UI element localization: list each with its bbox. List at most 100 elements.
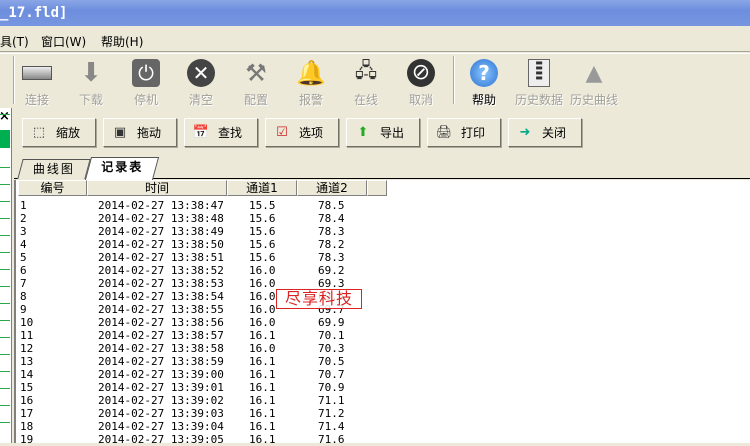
toolbar-button-tools[interactable]: ⚒ 配置 <box>229 58 283 108</box>
tab-1[interactable]: 记录表 <box>84 157 160 180</box>
table-row[interactable]: 14 2014-02-27 13:39:00 16.1 70.7 <box>16 368 716 381</box>
button-label: 导出 <box>379 126 404 140</box>
cell-time: 2014-02-27 13:39:05 <box>98 433 224 446</box>
column-header[interactable]: 编号 <box>18 180 87 196</box>
cell-id: 6 <box>20 264 27 277</box>
cell-channel1: 16.1 <box>249 394 276 407</box>
cell-channel2: 71.2 <box>318 407 345 420</box>
left-panel: × <box>0 108 12 443</box>
cell-channel1: 16.0 <box>249 264 276 277</box>
cell-channel1: 15.6 <box>249 238 276 251</box>
toolbar-separator <box>453 56 455 104</box>
column-header[interactable]: 通道2 <box>297 180 367 196</box>
cell-channel1: 16.0 <box>249 342 276 355</box>
table-row[interactable]: 10 2014-02-27 13:38:56 16.0 69.9 <box>16 316 716 329</box>
cell-id: 8 <box>20 290 27 303</box>
toolbar-separator <box>13 56 15 104</box>
cell-channel2: 70.9 <box>318 381 345 394</box>
table-row[interactable]: 5 2014-02-27 13:38:51 15.6 78.3 <box>16 251 716 264</box>
cell-time: 2014-02-27 13:38:59 <box>98 355 224 368</box>
button-label: 拖动 <box>136 126 161 140</box>
toolbar-label: 历史数据 <box>514 93 563 107</box>
toolbar-label: 下载 <box>78 93 103 107</box>
options-checklist-button[interactable]: ☑ 选项 <box>265 118 339 147</box>
cell-id: 11 <box>20 329 34 342</box>
toolbar-button-cancel[interactable]: ⊘ 取消 <box>394 58 448 108</box>
column-header[interactable] <box>367 180 387 196</box>
window-title: _17.fld] <box>0 5 68 21</box>
green-line <box>0 337 10 338</box>
menu-item[interactable]: 具(T) <box>0 33 29 50</box>
cell-channel1: 15.6 <box>249 225 276 238</box>
cell-id: 2 <box>20 212 27 225</box>
button-label: 查找 <box>217 126 242 140</box>
table-row[interactable]: 7 2014-02-27 13:38:53 16.0 69.3 <box>16 277 716 290</box>
export-button[interactable]: ⬆ 导出 <box>346 118 420 147</box>
cell-id: 15 <box>20 381 34 394</box>
green-line <box>0 167 10 168</box>
green-line <box>0 252 10 253</box>
cell-id: 12 <box>20 342 34 355</box>
toolbar-button-online-network[interactable]: 🖧 在线 <box>339 58 393 108</box>
cell-time: 2014-02-27 13:39:00 <box>98 368 224 381</box>
table-row[interactable]: 11 2014-02-27 13:38:57 16.1 70.1 <box>16 329 716 342</box>
cell-channel1: 16.0 <box>249 277 276 290</box>
table-row[interactable]: 2 2014-02-27 13:38:48 15.6 78.4 <box>16 212 716 225</box>
toolbar-label: 报警 <box>298 93 323 107</box>
print-button[interactable]: 🖨 打印 <box>427 118 501 147</box>
zoom-select-button[interactable]: ⬚ 缩放 <box>22 118 96 147</box>
close-door-button[interactable]: ➜ 关闭 <box>508 118 582 147</box>
table-row[interactable]: 15 2014-02-27 13:39:01 16.1 70.9 <box>16 381 716 394</box>
close-panel-icon[interactable]: × <box>0 109 10 124</box>
table-row[interactable]: 13 2014-02-27 13:38:59 16.1 70.5 <box>16 355 716 368</box>
cell-time: 2014-02-27 13:38:47 <box>98 199 224 212</box>
table-row[interactable]: 19 2014-02-27 13:39:05 16.1 71.6 <box>16 433 716 446</box>
cell-channel1: 16.1 <box>249 381 276 394</box>
history-data-icon: ▬ ▬ ▬ ▬ <box>523 58 555 88</box>
table-row[interactable]: 4 2014-02-27 13:38:50 15.6 78.2 <box>16 238 716 251</box>
cell-channel1: 16.1 <box>249 368 276 381</box>
column-header[interactable]: 时间 <box>87 180 227 196</box>
green-line <box>0 422 10 423</box>
cell-channel2: 71.6 <box>318 433 345 446</box>
cell-id: 19 <box>20 433 34 446</box>
table-row[interactable]: 3 2014-02-27 13:38:49 15.6 78.3 <box>16 225 716 238</box>
find-button[interactable]: 📅 查找 <box>184 118 258 147</box>
table-row[interactable]: 6 2014-02-27 13:38:52 16.0 69.2 <box>16 264 716 277</box>
toolbar-label: 清空 <box>188 93 213 107</box>
toolbar-label: 取消 <box>408 93 433 107</box>
cell-time: 2014-02-27 13:38:54 <box>98 290 224 303</box>
tab-0[interactable]: 曲线图 <box>17 159 91 179</box>
green-line <box>0 218 10 219</box>
toolbar-button-download-arrow[interactable]: ⬇ 下载 <box>64 58 118 108</box>
table-row[interactable]: 17 2014-02-27 13:39:03 16.1 71.2 <box>16 407 716 420</box>
toolbar-button-clear-x[interactable]: ✕ 清空 <box>174 58 228 108</box>
drag-button[interactable]: ▣ 拖动 <box>103 118 177 147</box>
toolbar-label: 帮助 <box>471 93 496 107</box>
cell-channel2: 69.2 <box>318 264 345 277</box>
green-line <box>0 320 10 321</box>
toolbar-button-history-data[interactable]: ▬ ▬ ▬ ▬ 历史数据 <box>512 58 566 108</box>
menu-item[interactable]: 窗口(W) <box>41 33 86 50</box>
download-arrow-icon: ⬇ <box>80 58 102 88</box>
cell-time: 2014-02-27 13:38:50 <box>98 238 224 251</box>
table-row[interactable]: 1 2014-02-27 13:38:47 15.5 78.5 <box>16 199 716 212</box>
toolbar-button-history-curve[interactable]: ▲ 历史曲线 <box>567 58 621 108</box>
green-line <box>0 114 10 115</box>
tab-label: 记录表 <box>101 160 144 174</box>
toolbar-button-power[interactable]: ⏻ 停机 <box>119 58 173 108</box>
export-icon: ⬆ <box>357 125 369 140</box>
column-header[interactable]: 通道1 <box>227 180 297 196</box>
toolbar-button-help[interactable]: ? 帮助 <box>457 58 511 108</box>
menu-item[interactable]: 帮助(H) <box>101 33 143 50</box>
bell-icon: 🔔 <box>296 59 326 87</box>
table-row[interactable]: 82014-02-27 13:38:5416.069.5 <box>16 290 716 303</box>
table-row[interactable]: 12 2014-02-27 13:38:58 16.0 70.3 <box>16 342 716 355</box>
table-row[interactable]: 16 2014-02-27 13:39:02 16.1 71.1 <box>16 394 716 407</box>
toolbar-button-bell[interactable]: 🔔 报警 <box>284 58 338 108</box>
green-line <box>0 201 10 202</box>
cell-channel2: 78.5 <box>318 199 345 212</box>
table-row[interactable]: 9 2014-02-27 13:38:55 16.0 69.7 <box>16 303 716 316</box>
toolbar-button-connect[interactable]: 连接 <box>10 58 64 108</box>
table-row[interactable]: 18 2014-02-27 13:39:04 16.1 71.4 <box>16 420 716 433</box>
